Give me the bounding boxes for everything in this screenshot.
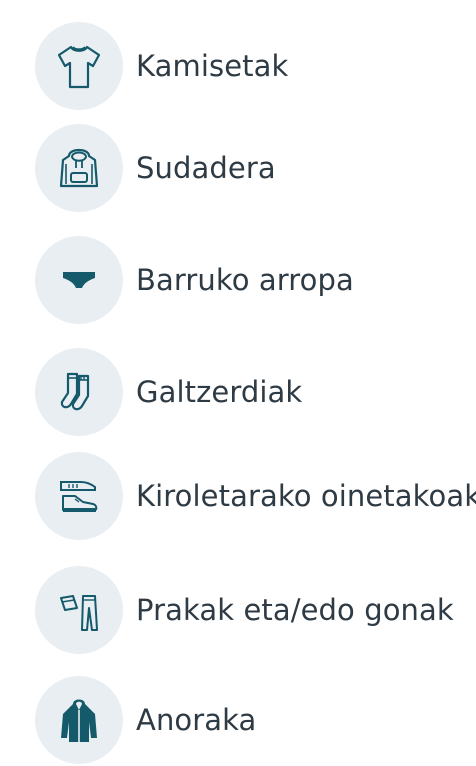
category-item-barruko-arropa[interactable]: Barruko arropa (0, 236, 476, 326)
icon-circle (35, 124, 123, 212)
socks-icon (60, 372, 90, 411)
tshirt-icon (57, 45, 101, 89)
category-label: Galtzerdiak (136, 375, 303, 409)
icon-circle (35, 676, 123, 764)
category-label: Kamisetak (136, 49, 289, 83)
category-label: Barruko arropa (136, 263, 354, 297)
category-item-kiroletarako-oinetakoak[interactable]: Kiroletarako oinetakoak (0, 452, 476, 542)
icon-circle (35, 566, 123, 654)
category-label: Prakak eta/edo gonak (136, 593, 454, 627)
icon-circle (35, 348, 123, 436)
sneakers-icon (60, 481, 98, 512)
clothing-category-list: Kamisetak Sudadera Barruko arropa Galtze… (0, 0, 476, 764)
category-item-prakak-eta-edo-gonak[interactable]: Prakak eta/edo gonak (0, 566, 476, 656)
underwear-icon (63, 272, 95, 288)
category-item-sudadera[interactable]: Sudadera (0, 124, 476, 214)
anorak-icon (61, 699, 97, 742)
icon-circle (35, 452, 123, 540)
category-item-anoraka[interactable]: Anoraka (0, 676, 476, 766)
pants-skirt-icon (60, 595, 98, 631)
icon-circle (35, 236, 123, 324)
icon-circle (35, 22, 123, 110)
category-item-galtzerdiak[interactable]: Galtzerdiak (0, 348, 476, 438)
category-label: Sudadera (136, 151, 276, 185)
category-label: Anoraka (136, 703, 257, 737)
hoodie-icon (59, 148, 99, 188)
category-label: Kiroletarako oinetakoak (136, 479, 476, 513)
category-item-kamisetak[interactable]: Kamisetak (0, 22, 476, 112)
